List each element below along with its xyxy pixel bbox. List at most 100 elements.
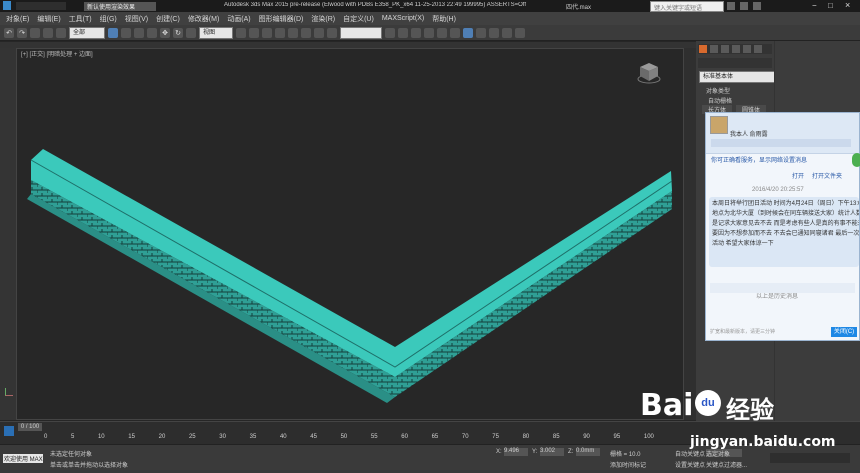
qq-side-badge[interactable] [852, 153, 860, 167]
schematic-view-icon[interactable] [450, 27, 460, 38]
qq-link-open[interactable]: 打开 [792, 171, 804, 180]
ref-coord-dropdown[interactable]: 视图 [199, 26, 233, 39]
help-icon[interactable] [753, 2, 761, 10]
timeline-tick: 30 [219, 434, 226, 440]
unlink-icon[interactable] [43, 27, 53, 38]
hierarchy-tab-icon[interactable] [721, 45, 729, 53]
info-icon[interactable] [727, 2, 735, 10]
render-setup-icon[interactable] [476, 27, 486, 38]
percent-snap-icon[interactable] [301, 27, 311, 38]
viewport-perspective[interactable]: [+] [正交] [明暗处理 + 边面] [16, 48, 684, 420]
scale-icon[interactable] [186, 27, 196, 38]
named-selection-dropdown[interactable] [340, 26, 382, 39]
object-type-dropdown[interactable]: 标准基本体 [699, 71, 775, 83]
add-time-tag[interactable]: 添加时间标记 [610, 460, 646, 469]
rendered-frame-icon[interactable] [489, 27, 499, 38]
render-teapot-icon[interactable] [515, 27, 525, 38]
menu-item-customize[interactable]: 自定义(U) [343, 14, 374, 24]
spinner-snap-icon[interactable] [314, 27, 324, 38]
edit-named-selection-icon[interactable] [327, 27, 337, 38]
grid-readout: 栅格 = 10.0 [610, 452, 641, 458]
star-icon[interactable] [740, 2, 748, 10]
close-icon[interactable]: × [845, 0, 850, 10]
create-tab-icon[interactable] [699, 45, 707, 53]
layer-icon[interactable] [411, 27, 421, 38]
z-coord-label: Z: [568, 449, 574, 455]
select-object-icon[interactable] [108, 27, 118, 38]
selected-dropdown[interactable]: 选定对象 [706, 449, 742, 458]
rotate-icon[interactable]: ↻ [173, 27, 183, 38]
menu-item-maxscript[interactable]: MAXScript(X) [382, 15, 424, 22]
auto-grid-checkbox[interactable]: 自动栅格 [708, 96, 732, 105]
window-title: Autodesk 3ds Max 2015 pre-release (Elwoo… [224, 2, 527, 8]
menu-item-edit[interactable]: 编辑(E) [37, 14, 60, 24]
menu-item-create[interactable]: 创建(C) [156, 14, 180, 24]
pivot-center-icon[interactable] [236, 27, 246, 38]
qq-close-button[interactable]: 关闭(C) [831, 327, 857, 337]
quick-access-icons[interactable] [16, 2, 66, 10]
qq-input-hint[interactable]: 扩宽和最新版本，请更三分钟 [710, 328, 775, 335]
qq-link-open-folder[interactable]: 打开文件夹 [812, 171, 842, 180]
qq-input-toolbar[interactable] [710, 283, 855, 293]
minimize-icon[interactable]: − [812, 1, 817, 10]
playback-controls[interactable] [770, 453, 850, 463]
curve-editor-icon[interactable] [437, 27, 447, 38]
link-icon[interactable] [30, 27, 40, 38]
menu-item-rendering[interactable]: 渲染(R) [311, 14, 335, 24]
timeline-tick: 40 [279, 434, 287, 440]
window-crossing-icon[interactable] [147, 27, 157, 38]
viewcube-icon[interactable] [637, 61, 661, 85]
bind-space-warp-icon[interactable] [56, 27, 66, 38]
modify-tab-icon[interactable] [710, 45, 718, 53]
rect-selection-icon[interactable] [134, 27, 144, 38]
menu-item-group[interactable]: 组(G) [100, 14, 117, 24]
timeline-tick: 75 [492, 434, 499, 440]
redo-icon[interactable]: ↷ [17, 27, 27, 38]
workspace-tab[interactable]: 新认使用渲染效果 [84, 2, 156, 11]
menu-item-animation[interactable]: 动画(A) [227, 14, 250, 24]
file-name: 四代.max [566, 5, 592, 11]
x-coord-field[interactable]: 9.496 [504, 448, 528, 456]
menu-item-object[interactable]: 对象(E) [6, 14, 29, 24]
qq-chat-window[interactable]: 我本人 俞雨露 你可正确看服务，显示网络设置消息 打开 打开文件夹 2016/4… [705, 112, 860, 341]
selection-filter-dropdown[interactable]: 全部 [69, 26, 105, 39]
auto-key-button[interactable]: 自动关键点 [675, 449, 705, 458]
maxscript-listener[interactable]: 欢迎使用 MAXSc [3, 454, 43, 463]
menu-item-modifiers[interactable]: 修改器(M) [188, 14, 220, 24]
menu-item-views[interactable]: 视图(V) [125, 14, 148, 24]
motion-tab-icon[interactable] [732, 45, 740, 53]
maximize-icon[interactable]: □ [828, 1, 833, 10]
y-coord-label: Y: [532, 449, 538, 455]
material-editor-icon[interactable] [463, 27, 473, 38]
set-key-button[interactable]: 设置关键点 [675, 460, 705, 469]
app-logo-icon[interactable] [3, 1, 11, 10]
keyboard-shortcut-icon[interactable] [262, 27, 272, 38]
move-icon[interactable]: ✥ [160, 27, 170, 38]
angle-snap-icon[interactable] [288, 27, 298, 38]
time-slider-readout[interactable]: 0 / 100 [18, 423, 42, 431]
mirror-icon[interactable] [385, 27, 395, 38]
key-filters-button[interactable]: 关键点过滤器... [706, 460, 747, 469]
utilities-tab-icon[interactable] [754, 45, 762, 53]
selection-status: 未选定任何对象 [50, 452, 93, 458]
align-icon[interactable] [398, 27, 408, 38]
create-category-row[interactable] [698, 58, 772, 68]
search-input[interactable]: 键入关键字或短语 [650, 1, 724, 12]
undo-icon[interactable]: ↶ [4, 27, 14, 38]
avatar[interactable] [710, 116, 728, 134]
rollout-object-type[interactable]: 对象类型 [706, 86, 730, 95]
menu-item-tools[interactable]: 工具(T) [69, 14, 92, 24]
y-coord-field[interactable]: 3.002 [540, 448, 564, 456]
select-by-name-icon[interactable] [121, 27, 131, 38]
menu-item-graph-editors[interactable]: 图形编辑器(D) [259, 14, 304, 24]
qq-toolbar-icons[interactable] [711, 139, 851, 147]
select-manipulate-icon[interactable] [249, 27, 259, 38]
snap-toggle-icon[interactable] [275, 27, 285, 38]
z-coord-field[interactable]: 0.0mm [576, 448, 600, 456]
render-icon[interactable] [502, 27, 512, 38]
menu-item-help[interactable]: 帮助(H) [432, 14, 456, 24]
graphite-icon[interactable] [424, 27, 434, 38]
timeline-tick: 5 [70, 434, 75, 440]
mini-listener-icon[interactable] [4, 426, 14, 436]
display-tab-icon[interactable] [743, 45, 751, 53]
